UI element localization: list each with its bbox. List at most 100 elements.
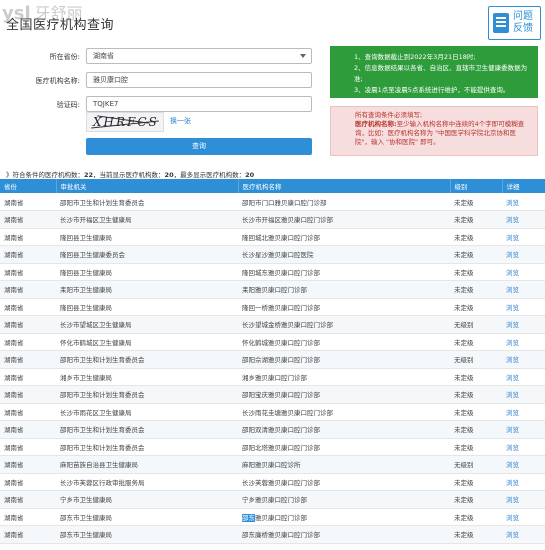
cell-province: 湖南省 [0, 315, 56, 334]
view-link[interactable]: 浏览 [502, 420, 545, 439]
cell-province: 湖南省 [0, 245, 56, 264]
cell-authority: 隆回县卫生健康局 [56, 298, 238, 316]
cell-authority: 长沙市芙蓉区行政审批服务局 [56, 473, 238, 491]
table-row: 湖南省 耒阳市卫生健康局 耒阳雅贝康口腔门诊部 未定级 浏览 [0, 280, 545, 299]
cell-level: 未定级 [450, 298, 502, 316]
table-row: 湖南省 邵阳市卫生和计划生育委员会 邵阳宝庆雅贝康口腔门诊部 未定级 浏览 [0, 385, 545, 404]
cell-level: 未定级 [450, 245, 502, 264]
cell-authority: 宁乡市卫生健康局 [56, 490, 238, 509]
search-highlight: 邵东 [242, 513, 255, 522]
view-link[interactable]: 浏览 [502, 298, 545, 316]
cell-province: 湖南省 [0, 508, 56, 526]
column-header-detail: 详细 [502, 179, 545, 193]
table-row: 湖南省 隆回县卫生健康委员会 长沙星沙雅贝康口腔医院 未定级 浏览 [0, 245, 545, 264]
refresh-captcha-link[interactable]: 换一张 [170, 116, 191, 126]
cell-institution: 邵阳北塔雅贝康口腔门诊部 [238, 438, 450, 456]
cell-authority: 邵东市卫生健康局 [56, 508, 238, 526]
cell-level: 未定级 [450, 420, 502, 439]
cell-institution: 隆回城北雅贝康口腔门诊部 [238, 228, 450, 246]
column-header-authority: 审批机关 [56, 179, 239, 193]
cell-authority: 邵阳市卫生和计划生育委员会 [56, 438, 238, 456]
name-label: 医疗机构名称: [35, 77, 80, 85]
cell-province: 湖南省 [0, 403, 56, 421]
view-link[interactable]: 浏览 [502, 210, 545, 229]
view-link[interactable]: 浏览 [502, 245, 545, 264]
notice-info-box: 1、查询数据截止到2022年3月21日18时; 2、信息数据结果以各省、自治区、… [330, 46, 538, 98]
view-link[interactable]: 浏览 [502, 350, 545, 369]
cell-authority: 湘乡市卫生健康局 [56, 368, 238, 386]
region-select[interactable]: 湖南省 [86, 48, 312, 64]
cell-institution: 邵东雅贝康口腔门诊部 [238, 508, 450, 526]
cell-province: 湖南省 [0, 210, 56, 229]
cell-institution: 邵东廉桥雅贝康口腔门诊部 [238, 525, 450, 544]
cell-province: 湖南省 [0, 420, 56, 439]
cell-level: 未定级 [450, 385, 502, 404]
institution-name-input[interactable]: 雅贝康口腔 [86, 72, 312, 88]
table-row: 湖南省 宁乡市卫生健康局 宁乡雅贝康口腔门诊部 未定级 浏览 [0, 490, 545, 509]
view-link[interactable]: 浏览 [502, 455, 545, 474]
cell-institution: 长沙芙蓉雅贝康口腔门诊部 [238, 473, 450, 491]
captcha-label: 验证码: [56, 101, 80, 109]
cell-province: 湖南省 [0, 438, 56, 456]
view-link[interactable]: 浏览 [502, 315, 545, 334]
max-count: 20 [245, 171, 255, 179]
cell-institution: 邵阳佘湖雅贝康口腔门诊部 [238, 350, 450, 369]
cell-province: 湖南省 [0, 298, 56, 316]
cell-institution: 邵阳市门口雅贝康口腔门诊部 [238, 193, 450, 211]
cell-level: 未定级 [450, 193, 502, 211]
view-link[interactable]: 浏览 [502, 280, 545, 299]
view-link[interactable]: 浏览 [502, 403, 545, 421]
cell-level: 未定级 [450, 333, 502, 351]
query-button[interactable]: 查询 [86, 138, 312, 155]
total-count: 22 [84, 171, 94, 179]
chevron-down-icon [300, 54, 306, 58]
cell-level: 未定级 [450, 438, 502, 456]
cell-institution: 怀化鹤城雅贝康口腔门诊部 [238, 333, 450, 351]
table-row: 湖南省 麻阳苗族自治县卫生健康局 麻阳雅贝康口腔诊所 无级别 浏览 [0, 455, 545, 474]
view-link[interactable]: 浏览 [502, 368, 545, 386]
cell-province: 湖南省 [0, 333, 56, 351]
feedback-icon [493, 13, 509, 33]
view-link[interactable]: 浏览 [502, 508, 545, 526]
cell-level: 无级别 [450, 455, 502, 474]
view-link[interactable]: 浏览 [502, 193, 545, 211]
column-header-level: 级别 [450, 179, 503, 193]
cell-level: 未定级 [450, 228, 502, 246]
feedback-button[interactable]: 问题 反馈 [488, 6, 541, 40]
table-row: 湖南省 邵东市卫生健康局 邵东雅贝康口腔门诊部 未定级 浏览 [0, 508, 545, 526]
cell-authority: 麻阳苗族自治县卫生健康局 [56, 455, 238, 474]
captcha-input[interactable]: TQJKE7 [86, 96, 312, 112]
cell-institution: 耒阳雅贝康口腔门诊部 [238, 280, 450, 299]
table-row: 湖南省 隆回县卫生健康局 隆回一桥雅贝康口腔门诊部 未定级 浏览 [0, 298, 545, 316]
cell-authority: 长沙市雨花区卫生健康局 [56, 403, 238, 421]
region-label: 所在省份: [49, 53, 80, 61]
view-link[interactable]: 浏览 [502, 228, 545, 246]
cell-institution: 长沙雨花圭塘雅贝康口腔门诊部 [238, 403, 450, 421]
view-link[interactable]: 浏览 [502, 333, 545, 351]
table-header-row: 省份 审批机关 医疗机构名称 级别 详细 [0, 179, 545, 193]
cell-province: 湖南省 [0, 525, 56, 544]
cell-level: 未定级 [450, 490, 502, 509]
cell-institution: 长沙市开福区雅贝康口腔门诊部 [238, 210, 450, 229]
view-link[interactable]: 浏览 [502, 385, 545, 404]
cell-authority: 邵阳市卫生和计划生育委员会 [56, 193, 238, 211]
warning-field-name: 医疗机构名称: [355, 120, 397, 128]
table-row: 湖南省 长沙市芙蓉区行政审批服务局 长沙芙蓉雅贝康口腔门诊部 未定级 浏览 [0, 473, 545, 491]
cell-authority: 邵阳市卫生和计划生育委员会 [56, 420, 238, 439]
cell-level: 无级别 [450, 350, 502, 369]
view-link[interactable]: 浏览 [502, 490, 545, 509]
view-link[interactable]: 浏览 [502, 473, 545, 491]
view-link[interactable]: 浏览 [502, 525, 545, 544]
table-row: 湖南省 长沙市开福区卫生健康局 长沙市开福区雅贝康口腔门诊部 未定级 浏览 [0, 210, 545, 229]
cell-level: 无级别 [450, 315, 502, 334]
cell-institution: 邵阳宝庆雅贝康口腔门诊部 [238, 385, 450, 404]
cell-province: 湖南省 [0, 350, 56, 369]
view-link[interactable]: 浏览 [502, 438, 545, 456]
result-summary: 》符合条件的医疗机构数：22，当前显示医疗机构数：20，最多显示医疗机构数：20 [6, 171, 255, 179]
cell-authority: 邵阳市卫生和计划生育委员会 [56, 385, 238, 404]
cell-level: 未定级 [450, 210, 502, 229]
table-row: 湖南省 湘乡市卫生健康局 湘乡雅贝康口腔门诊部 未定级 浏览 [0, 368, 545, 386]
view-link[interactable]: 浏览 [502, 263, 545, 281]
cell-level: 未定级 [450, 403, 502, 421]
cell-level: 未定级 [450, 280, 502, 299]
